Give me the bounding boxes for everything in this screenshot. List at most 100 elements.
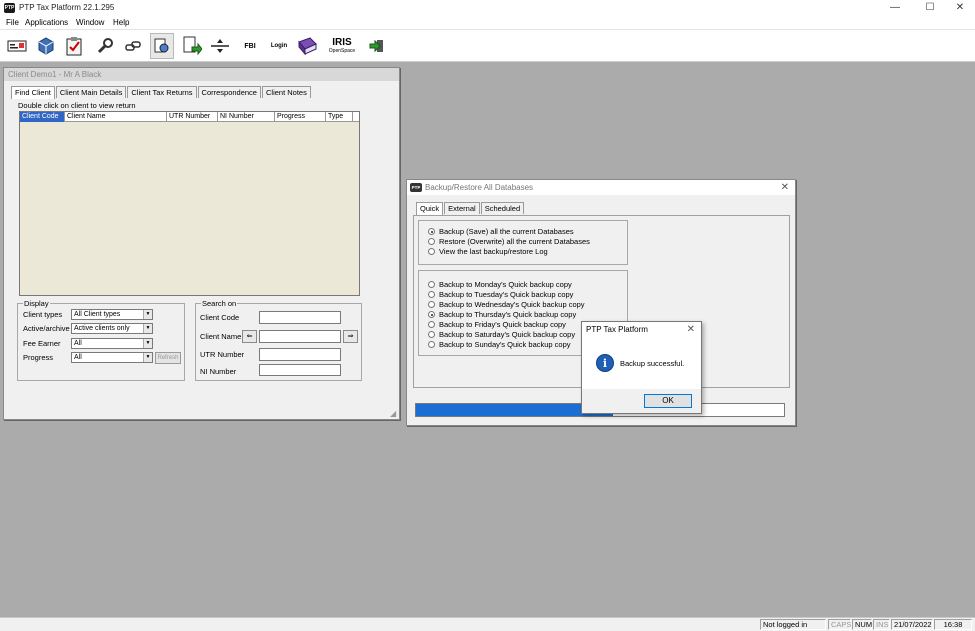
close-icon[interactable]: ✕ bbox=[781, 182, 789, 193]
active-archive-select[interactable]: Active clients only ▼ bbox=[71, 323, 153, 334]
grid-header: Client Code Client Name UTR Number NI Nu… bbox=[20, 112, 359, 122]
radio-icon bbox=[428, 311, 435, 318]
utr-number-input[interactable] bbox=[259, 348, 341, 361]
status-bar: Not logged in CAPS NUM INS 21/07/2022 16… bbox=[0, 617, 975, 631]
radio-backup-save[interactable]: Backup (Save) all the current Databases bbox=[428, 227, 574, 236]
arrow-left-icon[interactable]: ⇐ bbox=[242, 330, 257, 343]
radio-icon bbox=[428, 321, 435, 328]
radio-label: Backup to Sunday's Quick backup copy bbox=[439, 340, 571, 349]
progress-select[interactable]: All ▼ bbox=[71, 352, 153, 363]
close-icon[interactable]: ✕ bbox=[687, 324, 695, 335]
iris-openspace-button[interactable]: IRIS OpenSpace bbox=[326, 33, 358, 59]
menu-help[interactable]: Help bbox=[113, 18, 129, 27]
resize-grip-icon[interactable]: ◢ bbox=[390, 410, 398, 418]
col-client-name[interactable]: Client Name bbox=[65, 112, 167, 122]
time-display: 16:38 bbox=[934, 619, 972, 630]
chain-link-icon[interactable] bbox=[121, 33, 145, 59]
client-code-label: Client Code bbox=[200, 313, 240, 322]
radio-wednesday[interactable]: Backup to Wednesday's Quick backup copy bbox=[428, 300, 585, 309]
chevron-down-icon: ▼ bbox=[143, 324, 152, 333]
client-tabs: Find Client Client Main Details Client T… bbox=[11, 86, 312, 99]
login-label: Login bbox=[270, 43, 288, 49]
menu-window[interactable]: Window bbox=[76, 18, 104, 27]
radio-sunday[interactable]: Backup to Sunday's Quick backup copy bbox=[428, 340, 571, 349]
refresh-button[interactable]: Refresh bbox=[155, 352, 181, 364]
fbi-label: FBI bbox=[244, 42, 256, 50]
chevron-down-icon: ▼ bbox=[143, 310, 152, 319]
ni-number-input[interactable] bbox=[259, 364, 341, 376]
client-name-input[interactable] bbox=[259, 330, 341, 343]
radio-thursday[interactable]: Backup to Thursday's Quick backup copy bbox=[428, 310, 576, 319]
split-icon[interactable] bbox=[208, 33, 232, 59]
radio-label: Backup to Friday's Quick backup copy bbox=[439, 320, 566, 329]
login-button[interactable]: Login bbox=[267, 33, 291, 59]
tab-external[interactable]: External bbox=[444, 202, 480, 214]
card-icon[interactable] bbox=[5, 33, 29, 59]
search-legend: Search on bbox=[201, 299, 238, 308]
iris-label: IRIS bbox=[332, 37, 352, 48]
tab-client-main-details[interactable]: Client Main Details bbox=[55, 86, 127, 98]
app-title: PTP Tax Platform 22.1.295 bbox=[19, 3, 115, 12]
clipboard-check-icon[interactable] bbox=[62, 33, 86, 59]
client-types-value: All Client types bbox=[74, 311, 121, 318]
backup-dialog-title: Backup/Restore All Databases bbox=[425, 183, 534, 192]
chevron-down-icon: ▼ bbox=[143, 339, 152, 348]
radio-label: Backup to Tuesday's Quick backup copy bbox=[439, 290, 574, 299]
arrow-right-icon[interactable]: ⇒ bbox=[343, 330, 358, 343]
find-client-icon[interactable] bbox=[150, 33, 174, 59]
tab-find-client[interactable]: Find Client bbox=[11, 86, 55, 99]
display-group: Display Client types All Client types ▼ … bbox=[17, 299, 185, 381]
client-window: Client Demo1 - Mr A Black Find Client Cl… bbox=[3, 67, 400, 420]
tab-client-tax-returns[interactable]: Client Tax Returns bbox=[127, 86, 197, 98]
fee-earner-label: Fee Earner bbox=[23, 339, 61, 348]
radio-monday[interactable]: Backup to Monday's Quick backup copy bbox=[428, 280, 572, 289]
col-ni-number[interactable]: NI Number bbox=[218, 112, 275, 122]
radio-friday[interactable]: Backup to Friday's Quick backup copy bbox=[428, 320, 566, 329]
tab-quick[interactable]: Quick bbox=[416, 202, 444, 215]
close-button[interactable]: ✕ bbox=[944, 0, 975, 16]
minimize-button[interactable]: — bbox=[879, 0, 911, 16]
fee-earner-value: All bbox=[74, 340, 82, 347]
col-utr-number[interactable]: UTR Number bbox=[167, 112, 218, 122]
fee-earner-select[interactable]: All ▼ bbox=[71, 338, 153, 349]
document-arrow-icon[interactable] bbox=[180, 33, 204, 59]
utr-number-label: UTR Number bbox=[200, 350, 245, 359]
menu-bar: File Applications Window Help bbox=[0, 16, 975, 30]
radio-label: Backup (Save) all the current Databases bbox=[439, 227, 574, 236]
maximize-button[interactable]: ☐ bbox=[914, 0, 946, 16]
tab-correspondence[interactable]: Correspondence bbox=[197, 86, 261, 98]
client-types-select[interactable]: All Client types ▼ bbox=[71, 309, 153, 320]
book-icon[interactable] bbox=[295, 33, 319, 59]
display-legend: Display bbox=[23, 299, 50, 308]
client-grid[interactable]: Client Code Client Name UTR Number NI Nu… bbox=[19, 111, 360, 296]
active-archive-value: Active clients only bbox=[74, 325, 130, 332]
wrench-icon[interactable] bbox=[93, 33, 117, 59]
menu-applications[interactable]: Applications bbox=[25, 18, 68, 27]
cube-icon[interactable] bbox=[34, 33, 58, 59]
radio-saturday[interactable]: Backup to Saturday's Quick backup copy bbox=[428, 330, 575, 339]
exit-icon[interactable] bbox=[365, 33, 389, 59]
info-icon: i bbox=[596, 354, 614, 372]
radio-icon bbox=[428, 331, 435, 338]
backup-tabs: Quick External Scheduled bbox=[416, 202, 525, 215]
message-box-body: i Backup successful. bbox=[582, 338, 701, 389]
client-code-input[interactable] bbox=[259, 311, 341, 324]
tab-client-notes[interactable]: Client Notes bbox=[261, 86, 311, 98]
col-progress[interactable]: Progress bbox=[275, 112, 326, 122]
radio-label: Restore (Overwrite) all the current Data… bbox=[439, 237, 590, 246]
radio-restore[interactable]: Restore (Overwrite) all the current Data… bbox=[428, 237, 590, 246]
radio-tuesday[interactable]: Backup to Tuesday's Quick backup copy bbox=[428, 290, 573, 299]
tab-scheduled[interactable]: Scheduled bbox=[480, 202, 525, 214]
fbi-button[interactable]: FBI bbox=[238, 33, 262, 59]
col-client-code[interactable]: Client Code bbox=[20, 112, 65, 122]
menu-file[interactable]: File bbox=[6, 18, 19, 27]
ok-button[interactable]: OK bbox=[644, 394, 692, 408]
radio-label: Backup to Wednesday's Quick backup copy bbox=[439, 300, 585, 309]
search-group: Search on Client Code Client Name ⇐ ⇒ UT… bbox=[195, 299, 362, 381]
radio-label: Backup to Thursday's Quick backup copy bbox=[439, 310, 577, 319]
radio-label: Backup to Monday's Quick backup copy bbox=[439, 280, 572, 289]
chevron-down-icon: ▼ bbox=[143, 353, 152, 362]
client-name-label: Client Name bbox=[200, 332, 242, 341]
col-type[interactable]: Type bbox=[326, 112, 353, 122]
radio-view-log[interactable]: View the last backup/restore Log bbox=[428, 247, 548, 256]
